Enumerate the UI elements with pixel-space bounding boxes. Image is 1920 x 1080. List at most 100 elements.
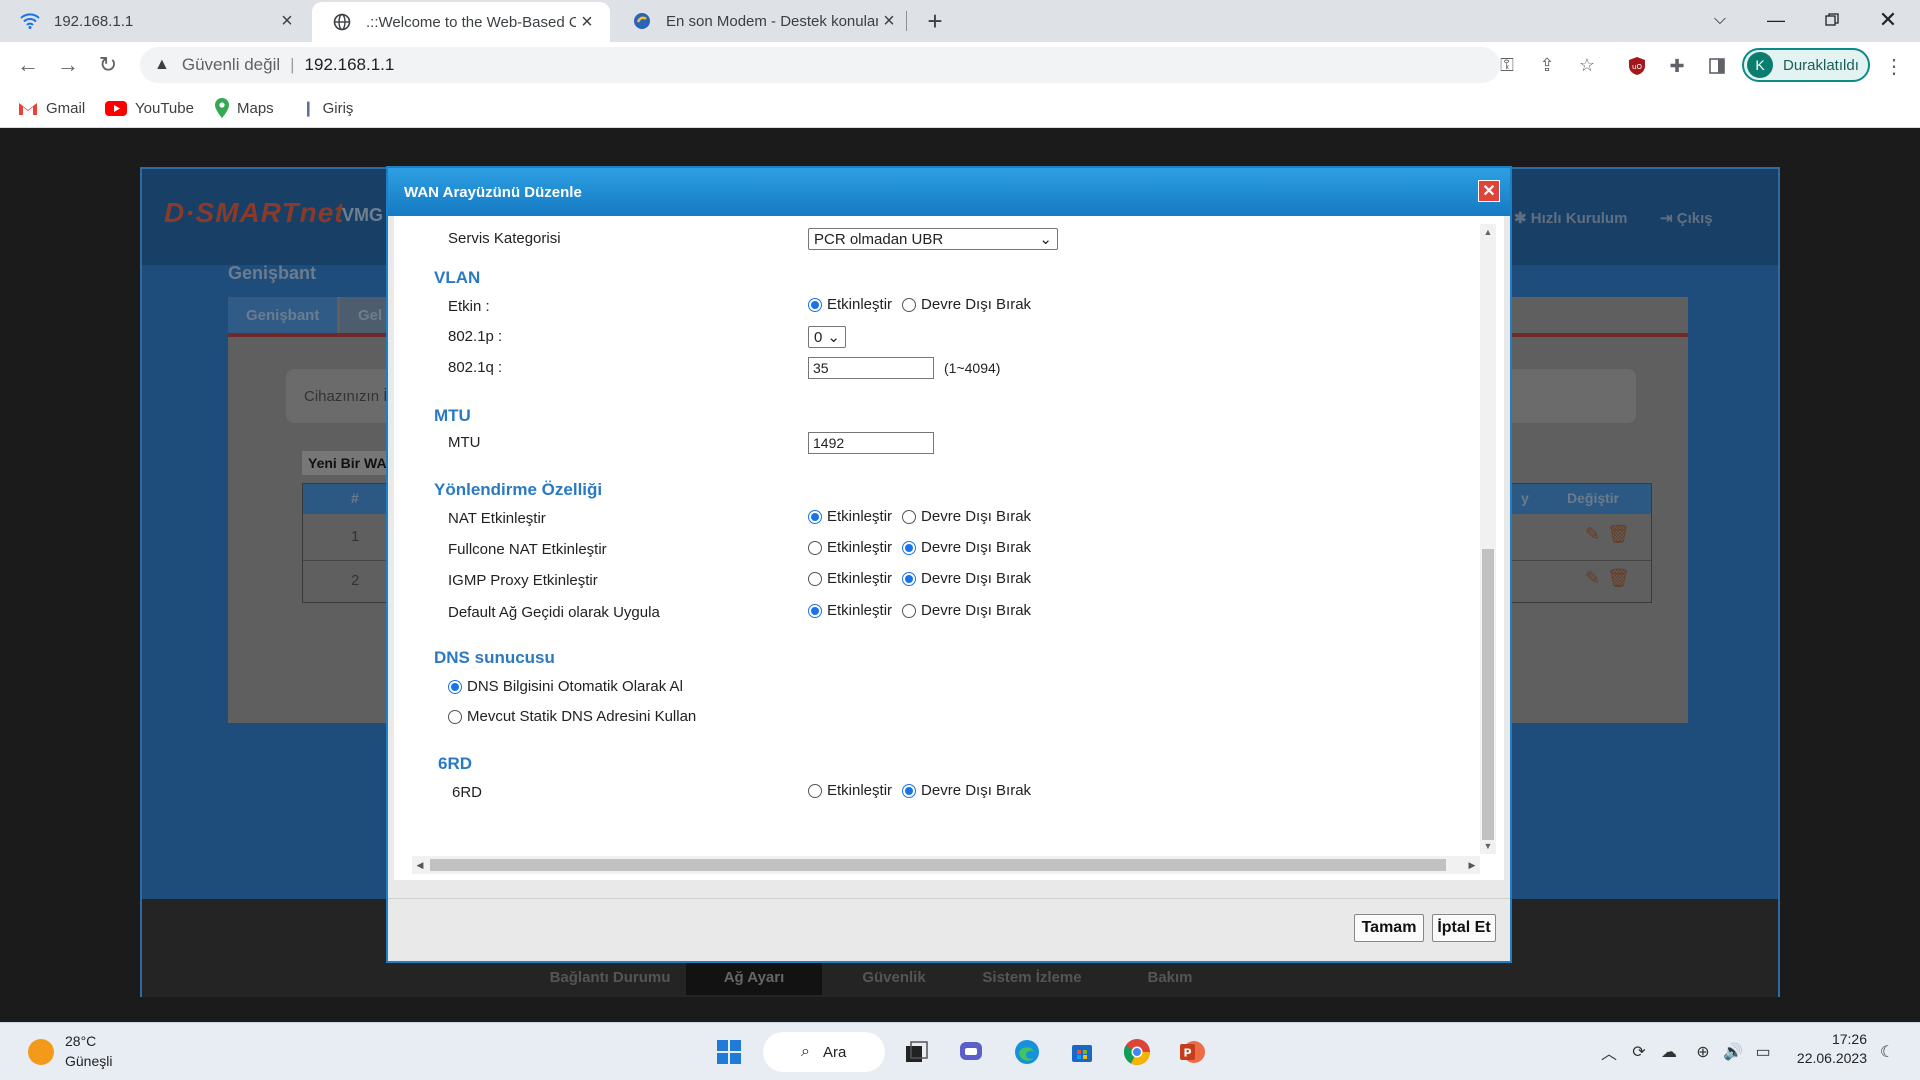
- restore-button[interactable]: [1804, 0, 1860, 40]
- nav-network-settings[interactable]: Ağ Ayarı: [686, 959, 822, 995]
- nav-maintenance[interactable]: Bakım: [1102, 959, 1238, 995]
- nat-enable-option[interactable]: Etkinleştir: [808, 508, 892, 525]
- nat-disable-option[interactable]: Devre Dışı Bırak: [902, 508, 1031, 525]
- scroll-thumb[interactable]: [1482, 549, 1494, 840]
- bookmark-gmail[interactable]: Gmail: [18, 96, 85, 120]
- nav-connection-status[interactable]: Bağlantı Durumu: [542, 959, 678, 995]
- tab-search-button[interactable]: ⌵: [1692, 0, 1748, 40]
- fullcone-disable-option[interactable]: Devre Dışı Bırak: [902, 539, 1031, 556]
- scroll-left-icon[interactable]: ◀: [412, 856, 428, 874]
- nav-security[interactable]: Güvenlik: [826, 959, 962, 995]
- close-icon[interactable]: ×: [576, 11, 598, 33]
- star-icon[interactable]: ☆: [1574, 52, 1600, 78]
- edit-icon[interactable]: ✎: [1585, 568, 1600, 589]
- tab-router-status[interactable]: 192.168.1.1 ×: [0, 0, 310, 42]
- windows-start-icon[interactable]: [712, 1035, 746, 1069]
- radio-unselected[interactable]: [808, 571, 822, 586]
- task-view-icon[interactable]: [900, 1035, 934, 1069]
- language-icon[interactable]: ⊕: [1692, 1041, 1714, 1063]
- forward-button[interactable]: →: [52, 49, 84, 81]
- logout-link[interactable]: ⇥ Çıkış: [1660, 209, 1713, 227]
- battery-icon[interactable]: ▭: [1752, 1041, 1774, 1063]
- radio-selected[interactable]: [902, 571, 917, 586]
- vlan-disable-option[interactable]: Devre Dışı Bırak: [902, 296, 1031, 313]
- vlan-enable-option[interactable]: Etkinleştir: [808, 296, 892, 313]
- mtu-input[interactable]: 1492: [808, 432, 934, 454]
- vertical-scrollbar[interactable]: ▲ ▼: [1480, 224, 1496, 854]
- radio-unselected[interactable]: [902, 509, 917, 524]
- close-icon[interactable]: ×: [878, 10, 900, 32]
- cloud-icon[interactable]: ☁: [1658, 1041, 1680, 1063]
- radio-unselected[interactable]: [808, 540, 822, 555]
- bookmark-giris[interactable]: ❙ Giriş: [302, 96, 353, 120]
- scroll-thumb[interactable]: [430, 859, 1446, 871]
- bookmark-maps[interactable]: Maps: [215, 96, 274, 120]
- chrome-icon[interactable]: [1120, 1035, 1154, 1069]
- igmp-enable-option[interactable]: Etkinleştir: [808, 570, 892, 587]
- reload-button[interactable]: ↻: [92, 49, 124, 81]
- address-bar[interactable]: ▲ Güvenli değil | 192.168.1.1: [140, 47, 1500, 83]
- bookmark-youtube[interactable]: YouTube: [105, 96, 194, 120]
- key-icon[interactable]: ⚿: [1494, 52, 1520, 78]
- add-wan-button[interactable]: Yeni Bir WA: [302, 451, 393, 475]
- quick-setup-link[interactable]: ✱ Hızlı Kurulum: [1514, 209, 1627, 227]
- radio-unselected[interactable]: [448, 709, 462, 724]
- scroll-down-icon[interactable]: ▼: [1480, 838, 1496, 854]
- radio-selected[interactable]: [902, 540, 917, 555]
- edit-icon[interactable]: ✎: [1585, 524, 1600, 545]
- back-button[interactable]: ←: [12, 49, 44, 81]
- teams-chat-icon[interactable]: [955, 1035, 989, 1069]
- ublock-icon[interactable]: uO: [1623, 52, 1651, 80]
- sun-icon[interactable]: [28, 1039, 54, 1065]
- scroll-right-icon[interactable]: ▶: [1464, 856, 1480, 874]
- sync-icon[interactable]: ⟳: [1628, 1041, 1650, 1063]
- close-icon[interactable]: ×: [276, 10, 298, 32]
- minimize-button[interactable]: —: [1748, 0, 1804, 40]
- volume-icon[interactable]: 🔊: [1722, 1041, 1744, 1063]
- gateway-enable-option[interactable]: Etkinleştir: [808, 602, 892, 619]
- tab-broadband[interactable]: Genişbant: [228, 297, 338, 333]
- ok-button[interactable]: Tamam: [1354, 914, 1424, 942]
- radio-selected[interactable]: [448, 679, 462, 694]
- taskbar-search[interactable]: ⌕ Ara: [763, 1032, 885, 1072]
- new-tab-button[interactable]: +: [920, 6, 950, 36]
- igmp-disable-option[interactable]: Devre Dışı Bırak: [902, 570, 1031, 587]
- radio-selected[interactable]: [808, 509, 822, 524]
- radio-unselected[interactable]: [902, 603, 917, 618]
- powerpoint-icon[interactable]: P: [1175, 1035, 1209, 1069]
- nav-system-monitor[interactable]: Sistem İzleme: [964, 959, 1100, 995]
- vlan-8021p-select[interactable]: 0 ⌄: [808, 326, 846, 348]
- gateway-disable-option[interactable]: Devre Dışı Bırak: [902, 602, 1031, 619]
- dns-auto-option[interactable]: DNS Bilgisini Otomatik Olarak Al: [448, 678, 683, 695]
- chevron-up-icon[interactable]: ︿: [1598, 1041, 1620, 1063]
- sixrd-enable-option[interactable]: Etkinleştir: [808, 782, 892, 799]
- side-panel-icon[interactable]: [1703, 52, 1731, 80]
- notification-icon[interactable]: ☾: [1876, 1041, 1898, 1063]
- menu-icon[interactable]: ⋮: [1880, 52, 1908, 80]
- sixrd-disable-option[interactable]: Devre Dışı Bırak: [902, 782, 1031, 799]
- dns-static-option[interactable]: Mevcut Statik DNS Adresini Kullan: [448, 708, 696, 725]
- horizontal-scrollbar[interactable]: ◀ ▶: [412, 856, 1480, 874]
- trash-icon[interactable]: 🗑: [1607, 524, 1630, 545]
- store-icon[interactable]: [1065, 1035, 1099, 1069]
- radio-selected[interactable]: [902, 783, 917, 798]
- tab-router-web[interactable]: .::Welcome to the Web-Based Co ×: [312, 2, 610, 42]
- radio-unselected[interactable]: [808, 783, 822, 798]
- share-icon[interactable]: ⇪: [1534, 52, 1560, 78]
- radio-selected[interactable]: [808, 297, 822, 312]
- fullcone-enable-option[interactable]: Etkinleştir: [808, 539, 892, 556]
- profile-button[interactable]: K Duraklatıldı: [1742, 48, 1870, 82]
- tab-forum[interactable]: En son Modem - Destek konular ×: [612, 0, 912, 42]
- radio-selected[interactable]: [808, 603, 822, 618]
- window-close-button[interactable]: ✕: [1860, 0, 1916, 40]
- weather-description[interactable]: Güneşli: [65, 1053, 112, 1069]
- edge-icon[interactable]: [1010, 1035, 1044, 1069]
- cancel-button[interactable]: İptal Et: [1432, 914, 1496, 942]
- taskbar-clock[interactable]: 17:26 22.06.2023: [1795, 1031, 1867, 1066]
- extensions-icon[interactable]: ✚: [1663, 52, 1691, 80]
- close-icon[interactable]: ✕: [1478, 180, 1500, 202]
- trash-icon[interactable]: 🗑: [1607, 568, 1630, 589]
- vlan-8021q-input[interactable]: 35: [808, 357, 934, 379]
- service-category-select[interactable]: PCR olmadan UBR ⌄: [808, 228, 1058, 250]
- scroll-up-icon[interactable]: ▲: [1480, 224, 1496, 240]
